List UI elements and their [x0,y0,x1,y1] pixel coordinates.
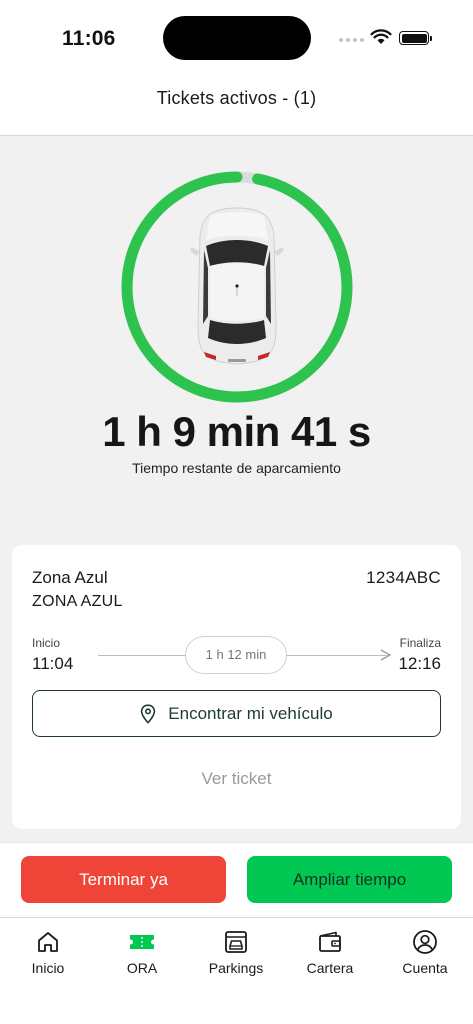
tab-cuenta[interactable]: Cuenta [385,929,465,976]
tab-parkings[interactable]: Parkings [196,929,276,976]
view-ticket-link[interactable]: Ver ticket [12,769,461,789]
parking-garage-icon [225,931,247,953]
wallet-icon [319,931,341,952]
tab-label: Cuenta [402,960,448,976]
cellular-dots-icon [339,38,364,42]
tab-ora[interactable]: ORA [102,929,182,976]
status-bar: 11:06 [0,0,473,70]
find-vehicle-label: Encontrar mi vehículo [168,703,333,723]
car-icon [190,207,284,365]
remaining-time-caption: Tiempo restante de aparcamiento [132,460,341,476]
ticket-icon [130,935,154,949]
zone-name: Zona Azul [32,568,108,587]
license-plate: 1234ABC [366,568,441,587]
ticket-actions: Terminar ya Ampliar tiempo [0,842,473,918]
active-ticket-panel: 1 h 9 min 41 s Tiempo restante de aparca… [0,136,473,842]
tab-inicio[interactable]: Inicio [8,929,88,976]
tab-label: ORA [126,960,158,976]
status-time: 11:06 [62,27,116,50]
tab-cartera[interactable]: Cartera [290,929,370,976]
tab-label: Parkings [208,960,264,976]
remaining-time: 1 h 9 min 41 s [102,408,371,455]
page-title: Tickets activos - (1) [156,88,317,108]
arrow-right-icon [380,649,392,661]
end-label: Finaliza [399,636,441,650]
battery-icon [399,31,432,45]
tab-label: Cartera [306,960,354,976]
tab-label: Inicio [31,960,65,976]
start-time: 11:04 [32,654,74,673]
end-now-button[interactable]: Terminar ya [21,856,226,903]
duration-badge: 1 h 12 min [185,636,287,674]
wifi-icon [370,29,392,44]
dynamic-island [163,16,311,60]
ticket-card: Zona Azul ZONA AZUL 1234ABC Inicio 11:04… [12,545,461,829]
account-icon [413,930,437,954]
start-label: Inicio [32,636,61,650]
header: Tickets activos - (1) [0,70,473,136]
location-pin-icon [141,703,156,724]
extend-time-button[interactable]: Ampliar tiempo [247,856,452,903]
end-time: 12:16 [398,654,441,673]
zone-code: ZONA AZUL [32,593,123,610]
tab-bar: Inicio ORA Parkings Cartera Cuenta [0,918,473,1024]
home-icon [38,932,58,952]
find-vehicle-button[interactable]: Encontrar mi vehículo [32,690,441,737]
